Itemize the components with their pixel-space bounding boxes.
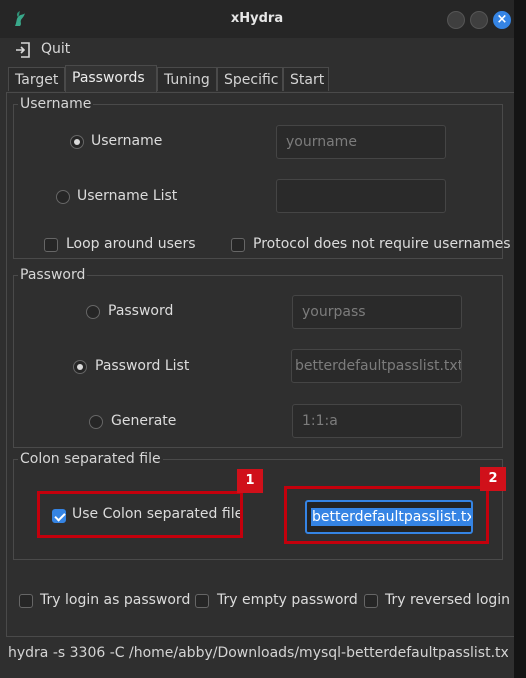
- password-list-field[interactable]: betterdefaultpasslist.txt: [291, 349, 462, 383]
- minimize-button[interactable]: [447, 11, 465, 29]
- xhydra-window: xHydra × Quit Target Passwords Tuning Sp…: [0, 0, 514, 678]
- passwords-tab-panel: Username Username yourname Username List…: [6, 92, 514, 637]
- try-reversed-login-checkbox[interactable]: [364, 594, 378, 608]
- no-usernames-checkbox[interactable]: [231, 238, 245, 252]
- username-list-radio[interactable]: [56, 190, 70, 204]
- close-button[interactable]: ×: [493, 11, 511, 29]
- loop-around-users-checkbox[interactable]: [44, 238, 58, 252]
- tab-start[interactable]: Start: [283, 67, 329, 91]
- username-group-title: Username: [18, 96, 94, 112]
- generate-radio-label: Generate: [111, 413, 177, 429]
- password-list-radio[interactable]: [73, 360, 87, 374]
- window-title: xHydra: [230, 11, 284, 26]
- colon-file-group-title: Colon separated file: [18, 451, 163, 467]
- username-list-field[interactable]: [276, 179, 446, 213]
- generate-radio[interactable]: [89, 415, 103, 429]
- tab-tuning[interactable]: Tuning: [157, 67, 217, 91]
- password-radio[interactable]: [86, 305, 100, 319]
- password-group-title: Password: [18, 267, 88, 283]
- password-list-radio-label: Password List: [95, 358, 190, 374]
- username-field[interactable]: yourname: [276, 125, 446, 159]
- username-radio-label: Username: [91, 133, 163, 149]
- title-bar[interactable]: xHydra ×: [0, 0, 514, 38]
- command-status-bar: hydra -s 3306 -C /home/abby/Downloads/my…: [8, 645, 508, 661]
- try-empty-password-checkbox[interactable]: [195, 594, 209, 608]
- try-reversed-login-label: Try reversed login: [385, 592, 511, 608]
- tab-passwords[interactable]: Passwords: [65, 65, 157, 92]
- try-login-as-password-label: Try login as password: [40, 592, 191, 608]
- quit-menu-item[interactable]: Quit: [41, 41, 70, 57]
- no-usernames-label: Protocol does not require usernames: [253, 236, 511, 252]
- exit-icon: [16, 42, 30, 58]
- highlight-box-1: [37, 491, 243, 538]
- tab-target[interactable]: Target: [8, 67, 65, 91]
- username-radio[interactable]: [70, 135, 84, 149]
- loop-around-users-label: Loop around users: [66, 236, 196, 252]
- try-login-as-password-checkbox[interactable]: [19, 594, 33, 608]
- username-group: Username Username yourname Username List…: [13, 96, 511, 259]
- annotation-badge-1: 1: [237, 469, 263, 493]
- close-icon: ×: [496, 12, 508, 27]
- try-empty-password-label: Try empty password: [217, 592, 358, 608]
- maximize-button[interactable]: [470, 11, 488, 29]
- highlight-box-2: [284, 486, 489, 544]
- password-radio-label: Password: [108, 303, 174, 319]
- generate-field[interactable]: 1:1:a: [292, 404, 462, 438]
- password-group: Password Password yourpass Password List…: [13, 267, 503, 448]
- annotation-badge-2: 2: [480, 467, 506, 491]
- menu-bar: Quit: [0, 38, 514, 62]
- tab-specific[interactable]: Specific: [217, 67, 283, 91]
- password-field[interactable]: yourpass: [292, 295, 462, 329]
- username-list-radio-label: Username List: [77, 188, 178, 204]
